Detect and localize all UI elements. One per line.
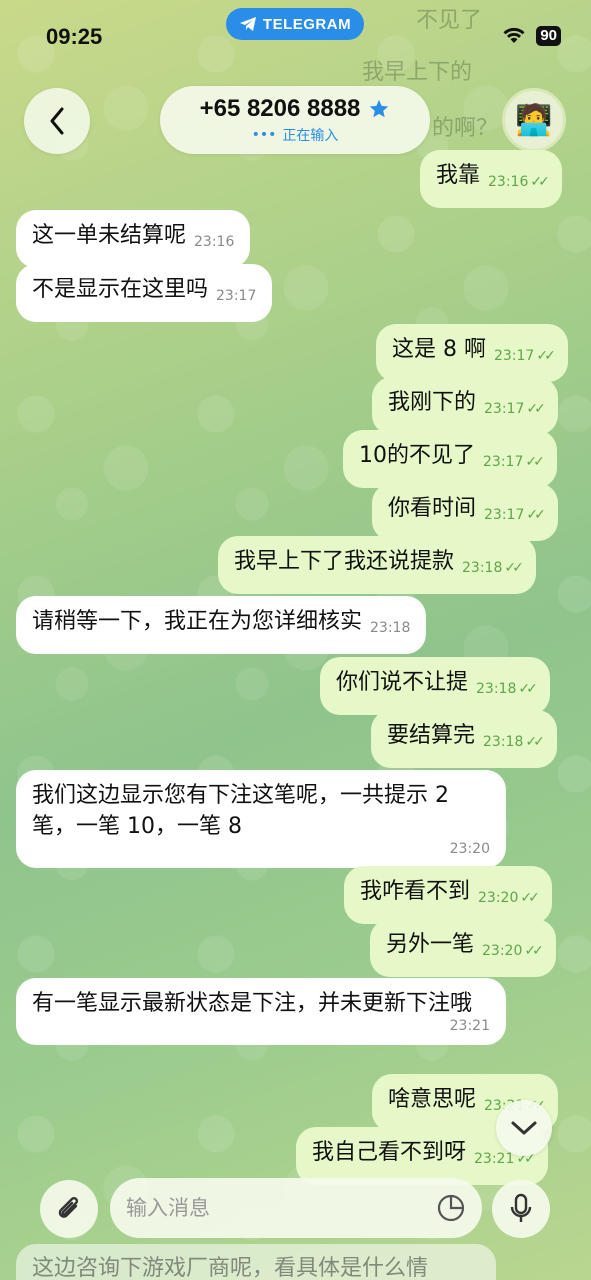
microphone-button[interactable] (492, 1180, 550, 1238)
attach-button[interactable] (40, 1180, 98, 1238)
contact-status-row: ••• 正在输入 (252, 125, 339, 145)
ghost-text: 的啊？ (432, 116, 499, 141)
message-incoming[interactable]: 我们这边显示您有下注这笔呢，一共提示 2 笔，一笔 10，一笔 8 23:20 (16, 770, 506, 868)
message-text: 我靠 (436, 163, 481, 188)
message-time: 23:20 (449, 841, 490, 857)
contact-status: 正在输入 (282, 128, 339, 144)
message-time: 23:18 (370, 620, 411, 636)
double-check-icon: ✓✓ (520, 890, 540, 906)
double-check-icon: ✓✓ (526, 507, 546, 523)
message-outgoing[interactable]: 你们说不让提 23:18 ✓✓ (320, 657, 550, 715)
message-time: 23:21 (474, 1151, 515, 1167)
message-time: 23:17 (216, 288, 257, 304)
message-outgoing[interactable]: 我刚下的 23:17 ✓✓ (372, 377, 558, 435)
paperclip-icon (58, 1196, 79, 1218)
back-button[interactable] (24, 88, 90, 154)
message-outgoing[interactable]: 这是 8 啊 23:17 ✓✓ (376, 324, 568, 382)
message-time: 23:17 (484, 401, 525, 417)
message-time: 23:16 (194, 234, 235, 250)
message-time: 23:20 (478, 890, 519, 906)
message-incoming[interactable]: 有一笔显示最新状态是下注，并未更新下注哦 23:21 (16, 978, 506, 1045)
ghost-text: 我早上下的 (362, 60, 473, 85)
message-incoming[interactable]: 不是显示在这里吗 23:17 (16, 264, 273, 322)
message-incoming[interactable]: 这一单未结算呢 23:16 (16, 210, 251, 268)
message-time: 23:17 (484, 507, 525, 523)
message-text: 另外一笔 (386, 932, 475, 957)
battery-indicator: 90 (536, 26, 561, 46)
contact-name-row: +65 8206 8888 (200, 95, 391, 123)
double-check-icon: ✓✓ (504, 560, 524, 576)
message-outgoing[interactable]: 我早上下了我还说提款 23:18 ✓✓ (218, 536, 536, 594)
scroll-to-bottom-button[interactable] (496, 1100, 552, 1156)
ghost-text: 不见了 (416, 8, 483, 33)
message-text: 我早上下了我还说提款 (234, 549, 455, 574)
message-time: 23:21 (449, 1018, 490, 1034)
message-text: 啥意思呢 (388, 1087, 477, 1112)
double-check-icon: ✓✓ (536, 348, 556, 364)
microphone-icon (510, 1193, 532, 1222)
message-text: 我自己看不到呀 (312, 1140, 467, 1165)
message-text: 不是显示在这里吗 (32, 277, 209, 302)
double-check-icon: ✓✓ (518, 681, 538, 697)
message-input[interactable] (126, 1196, 436, 1220)
double-check-icon: ✓✓ (525, 454, 545, 470)
telegram-badge[interactable]: TELEGRAM (226, 8, 364, 40)
message-text: 我刚下的 (388, 390, 477, 415)
partial-message-incoming: 这边咨询下游戏厂商呢，看具体是什么情 (16, 1244, 496, 1280)
message-outgoing[interactable]: 另外一笔 23:20 ✓✓ (370, 919, 556, 977)
message-outgoing[interactable]: 我靠 23:16 ✓✓ (420, 150, 562, 208)
message-text: 我们这边显示您有下注这笔呢，一共提示 2 笔，一笔 10，一笔 8 (32, 783, 449, 839)
double-check-icon: ✓✓ (530, 174, 550, 190)
message-time: 23:17 (483, 454, 524, 470)
message-text: 10的不见了 (359, 443, 475, 468)
status-time: 09:25 (46, 24, 103, 49)
double-check-icon: ✓✓ (526, 401, 546, 417)
message-outgoing[interactable]: 我咋看不到 23:20 ✓✓ (344, 866, 552, 924)
double-check-icon: ✓✓ (524, 943, 544, 959)
message-input-container[interactable] (110, 1178, 482, 1238)
chevron-left-icon (50, 107, 64, 135)
double-check-icon: ✓✓ (525, 734, 545, 750)
message-text: 请稍等一下，我正在为您详细核实 (32, 609, 363, 634)
status-indicators: 90 (502, 26, 561, 46)
person-laptop-icon: 🧑‍💻 (515, 102, 553, 138)
message-text: 这边咨询下游戏厂商呢，看具体是什么情 (32, 1256, 429, 1280)
telegram-badge-label: TELEGRAM (262, 15, 352, 33)
message-time: 23:18 (476, 681, 517, 697)
message-text: 要结算完 (387, 723, 476, 748)
message-text: 你们说不让提 (336, 670, 469, 695)
message-time: 23:16 (488, 174, 529, 190)
sticker-icon[interactable] (436, 1193, 466, 1223)
message-text: 我咋看不到 (360, 879, 471, 904)
typing-dots-icon: ••• (251, 127, 277, 143)
contact-name: +65 8206 8888 (199, 95, 361, 122)
message-time: 23:20 (482, 943, 523, 959)
contact-header[interactable]: +65 8206 8888 ••• 正在输入 (160, 86, 430, 154)
message-text: 这是 8 啊 (392, 337, 486, 362)
message-outgoing[interactable]: 10的不见了 23:17 ✓✓ (343, 430, 557, 488)
message-time: 23:18 (462, 560, 503, 576)
message-time: 23:18 (483, 734, 524, 750)
message-text: 有一笔显示最新状态是下注，并未更新下注哦 (32, 991, 473, 1016)
chevron-down-icon (511, 1121, 537, 1135)
message-time: 23:17 (493, 348, 535, 364)
message-text: 这一单未结算呢 (32, 223, 187, 248)
message-incoming[interactable]: 请稍等一下，我正在为您详细核实 23:18 (16, 596, 427, 654)
message-outgoing[interactable]: 你看时间 23:17 ✓✓ (372, 483, 558, 541)
message-text: 你看时间 (388, 496, 477, 521)
wifi-icon (503, 27, 525, 43)
star-icon (370, 99, 389, 118)
message-outgoing[interactable]: 要结算完 23:18 ✓✓ (371, 710, 557, 768)
avatar[interactable]: 🧑‍💻 (502, 88, 566, 152)
telegram-icon (239, 17, 256, 31)
